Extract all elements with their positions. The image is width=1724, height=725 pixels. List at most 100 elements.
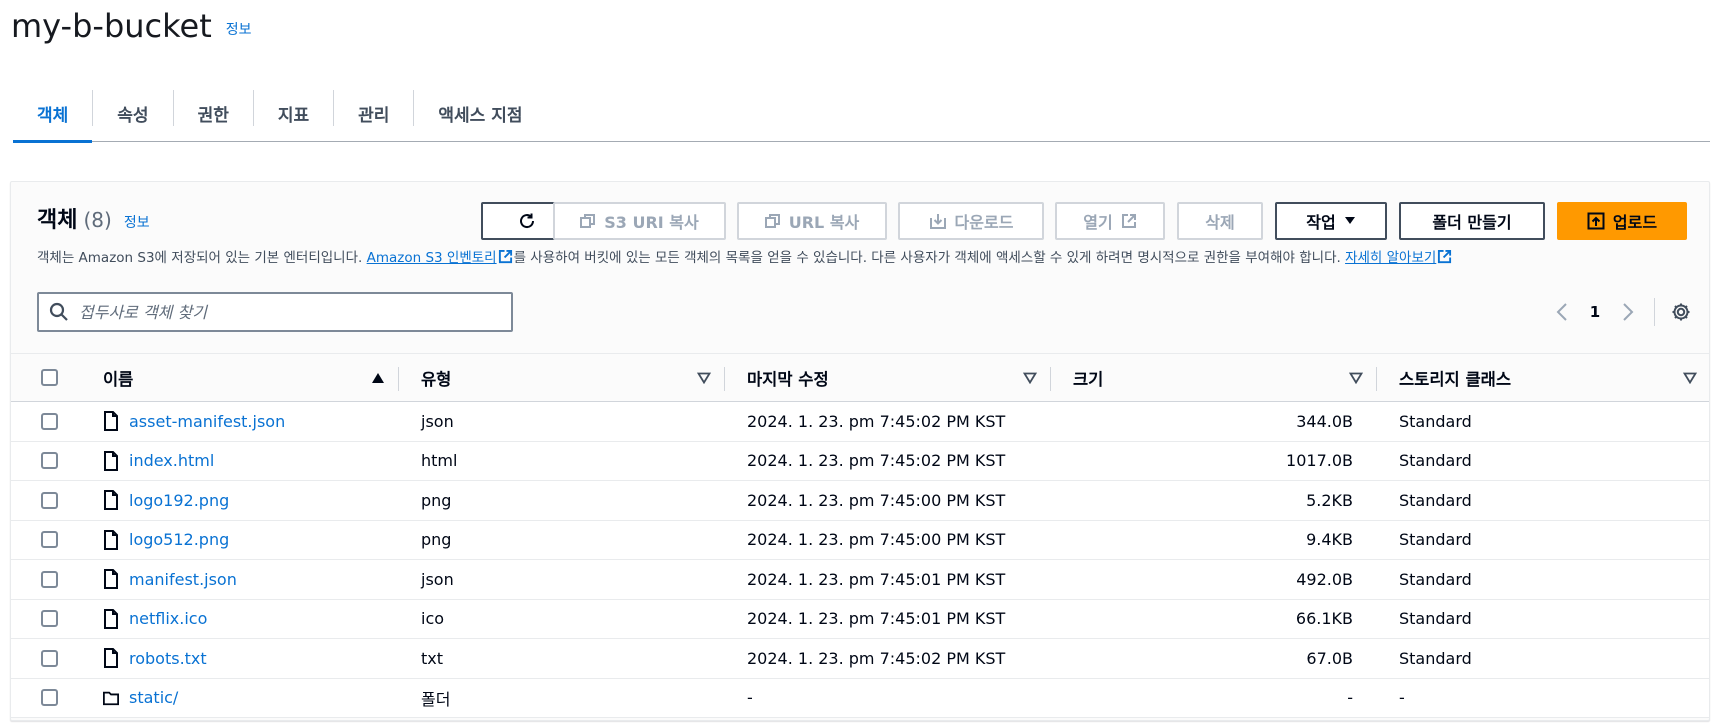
download-button[interactable]: 다운로드 — [898, 202, 1044, 240]
object-modified-cell: 2024. 1. 23. pm 7:45:00 PM KST — [747, 490, 1006, 510]
table-row[interactable]: manifest.json json 2024. 1. 23. pm 7:45:01… — [11, 560, 1709, 600]
object-type-cell: json — [421, 569, 454, 589]
tab-permissions[interactable]: 권한 — [174, 86, 253, 141]
external-link-icon — [498, 249, 512, 264]
file-icon — [104, 450, 118, 471]
copy-url-label: URL 복사 — [788, 213, 860, 232]
delete-button[interactable]: 삭제 — [1177, 202, 1263, 240]
column-header-last-modified[interactable]: 마지막 수정 — [725, 354, 1051, 401]
row-checkbox[interactable] — [40, 531, 58, 549]
gear-icon — [1672, 303, 1690, 321]
column-header-name[interactable]: 이름 — [79, 354, 399, 401]
object-type-cell: png — [421, 490, 452, 510]
preferences-button[interactable] — [1665, 296, 1697, 328]
row-checkbox[interactable] — [40, 610, 58, 628]
copy-icon — [580, 214, 596, 228]
table-row[interactable]: netflix.ico ico 2024. 1. 23. pm 7:45:01 PM… — [11, 599, 1709, 639]
tab-properties[interactable]: 속성 — [93, 86, 172, 141]
bucket-header: my-b-bucket 정보 — [11, 0, 252, 52]
row-checkbox[interactable] — [40, 570, 58, 588]
object-type-cell: html — [421, 451, 458, 471]
objects-table: 이름 유형 마지막 수정 크기 스토리지 클래스 asset-manifest.… — [11, 353, 1709, 718]
column-header-size-label: 크기 — [1073, 369, 1104, 389]
tab-management[interactable]: 관리 — [334, 86, 413, 141]
objects-info-link[interactable]: 정보 — [124, 212, 150, 232]
bucket-tabs: 객체 속성 권한 지표 관리 액세스 지점 — [13, 86, 1710, 143]
tab-objects[interactable]: 객체 — [13, 86, 93, 143]
search-input[interactable] — [79, 302, 499, 322]
copy-s3-uri-button[interactable]: S3 URI 복사 — [553, 202, 726, 240]
row-select-cell — [11, 639, 79, 678]
copy-icon — [764, 214, 780, 228]
table-row[interactable]: index.html html 2024. 1. 23. pm 7:45:02 PM… — [11, 441, 1709, 481]
external-link-icon — [1438, 249, 1452, 264]
object-storage-class-cell: Standard — [1399, 648, 1472, 668]
folder-icon — [103, 691, 119, 705]
row-select-cell — [11, 521, 79, 560]
object-storage-class-cell: Standard — [1399, 451, 1472, 471]
file-icon — [104, 648, 118, 669]
upload-button[interactable]: 업로드 — [1557, 202, 1687, 240]
current-page-number[interactable]: 1 — [1578, 303, 1612, 321]
learn-more-link[interactable]: 자세히 알아보기 — [1345, 250, 1436, 266]
next-page-button[interactable] — [1612, 296, 1644, 328]
file-icon — [104, 490, 118, 511]
table-row[interactable]: logo512.png png 2024. 1. 23. pm 7:45:00 PM… — [11, 520, 1709, 560]
table-row[interactable]: static/폴더 - - - — [11, 678, 1709, 718]
file-icon — [104, 529, 118, 550]
object-name-link[interactable]: logo192.png — [129, 491, 229, 510]
table-row[interactable]: robots.txt txt 2024. 1. 23. pm 7:45:02 PM … — [11, 639, 1709, 679]
object-storage-class-cell: Standard — [1399, 490, 1472, 510]
row-select-cell — [11, 679, 79, 718]
copy-url-button[interactable]: URL 복사 — [737, 202, 887, 240]
previous-page-button[interactable] — [1546, 296, 1578, 328]
object-name-link[interactable]: netflix.ico — [129, 609, 207, 628]
create-folder-button[interactable]: 폴더 만들기 — [1399, 202, 1545, 240]
upload-icon — [1587, 212, 1605, 230]
object-name-link[interactable]: manifest.json — [129, 570, 237, 589]
object-name-link[interactable]: asset-manifest.json — [129, 412, 285, 431]
tab-metrics[interactable]: 지표 — [254, 86, 333, 141]
sort-icon — [1349, 372, 1363, 384]
column-header-storage-class[interactable]: 스토리지 클래스 — [1377, 354, 1709, 401]
caret-down-icon — [1344, 217, 1355, 224]
table-row[interactable]: logo192.png png 2024. 1. 23. pm 7:45:00 PM… — [11, 481, 1709, 521]
object-modified-cell: 2024. 1. 23. pm 7:45:00 PM KST — [747, 530, 1006, 550]
row-checkbox[interactable] — [40, 452, 58, 470]
object-name-cell: asset-manifest.json — [79, 402, 399, 441]
object-size-cell: 344.0B — [1296, 411, 1353, 431]
objects-title: 객체 — [37, 208, 78, 233]
object-size-cell: 1017.0B — [1286, 451, 1353, 471]
sort-icon — [697, 372, 711, 384]
column-header-type[interactable]: 유형 — [399, 354, 725, 401]
table-header: 이름 유형 마지막 수정 크기 스토리지 클래스 — [11, 353, 1709, 402]
object-name-link[interactable]: index.html — [129, 451, 214, 470]
actions-dropdown[interactable]: 작업 — [1275, 202, 1387, 240]
object-name-link[interactable]: robots.txt — [129, 649, 207, 668]
object-type-cell: ico — [421, 609, 445, 629]
tab-access-points[interactable]: 액세스 지점 — [414, 86, 546, 141]
open-button[interactable]: 열기 — [1055, 202, 1165, 240]
object-type-cell: png — [421, 530, 452, 550]
object-size-cell: 492.0B — [1296, 569, 1353, 589]
object-storage-class-cell: Standard — [1399, 609, 1472, 629]
objects-count: (8) — [83, 208, 112, 232]
table-row[interactable]: asset-manifest.json json 2024. 1. 23. pm 7… — [11, 402, 1709, 442]
objects-panel: 객체 (8) 정보 S3 URI 복사 URL 복사 다운로드 열기 삭제 작업 — [10, 181, 1710, 721]
download-label: 다운로드 — [954, 213, 1014, 232]
row-checkbox[interactable] — [40, 649, 58, 667]
row-checkbox[interactable] — [40, 412, 58, 430]
file-icon — [104, 569, 118, 590]
row-checkbox[interactable] — [40, 491, 58, 509]
column-header-size[interactable]: 크기 — [1051, 354, 1377, 401]
object-name-cell: index.html — [79, 442, 399, 481]
row-select-cell — [11, 600, 79, 639]
select-all-checkbox[interactable] — [40, 369, 58, 386]
pagination: 1 — [1546, 292, 1697, 332]
inventory-link[interactable]: Amazon S3 인벤토리 — [367, 250, 497, 266]
object-name-link[interactable]: static/ — [129, 688, 178, 707]
object-name-link[interactable]: logo512.png — [129, 530, 229, 549]
bucket-info-link[interactable]: 정보 — [226, 19, 252, 39]
row-checkbox[interactable] — [40, 689, 58, 707]
row-select-cell — [11, 481, 79, 520]
